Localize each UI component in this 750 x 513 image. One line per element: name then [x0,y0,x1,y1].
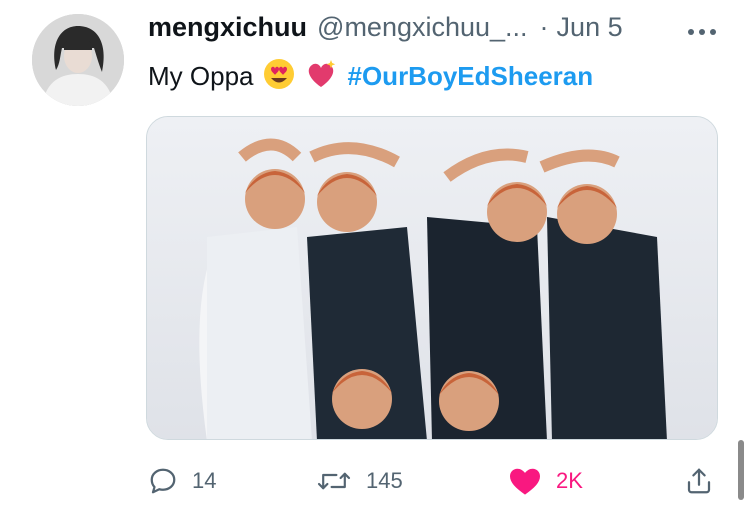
avatar[interactable] [32,14,124,106]
tweet-text-row: My Oppa #OurBoyEdSheeran [148,58,593,94]
share-icon [687,468,711,494]
display-name[interactable]: mengxichuu [148,12,307,43]
retweet-button[interactable]: 145 [316,456,403,506]
tweet-card[interactable]: mengxichuu @mengxichuu_... · Jun 5 My Op… [0,0,750,513]
heart-eyes-emoji-icon [262,57,296,96]
scrollbar-thumb[interactable] [738,440,744,500]
like-button[interactable]: 2K [508,456,583,506]
hashtag-link[interactable]: #OurBoyEdSheeran [348,61,594,92]
tweet-date[interactable]: Jun 5 [557,12,623,43]
tweet-photo[interactable] [146,116,718,440]
like-count: 2K [556,468,583,493]
tweet-actions: 14 145 2K [0,456,750,506]
user-handle[interactable]: @mengxichuu_... [317,12,528,43]
share-button[interactable] [684,456,714,506]
sparkling-heart-emoji-icon [304,57,338,96]
more-options-icon[interactable] [680,18,724,46]
separator-dot: · [539,12,549,42]
reply-icon [150,468,176,494]
dot [710,29,716,35]
dot [699,29,705,35]
tweet-text: My Oppa [148,60,254,91]
dot [688,29,694,35]
heart-filled-icon [510,468,540,495]
photo-image-icon [147,117,717,439]
retweet-count: 145 [366,468,403,493]
reply-count: 14 [192,468,217,493]
reply-button[interactable]: 14 [148,456,216,506]
tweet-header: mengxichuu @mengxichuu_... · Jun 5 [148,12,623,52]
retweet-icon [317,472,351,490]
